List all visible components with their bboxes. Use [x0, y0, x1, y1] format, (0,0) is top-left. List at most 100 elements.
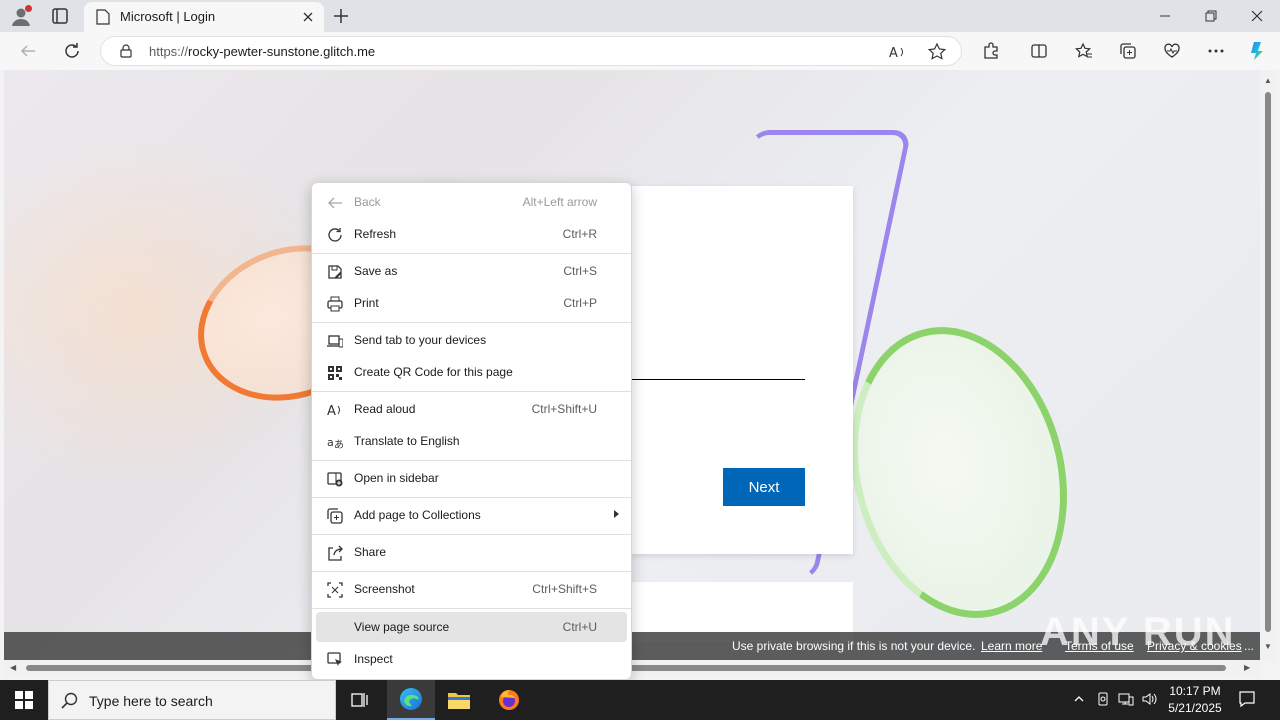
heart-pulse-icon — [1164, 43, 1180, 58]
browser-toolbar: https://rocky-pewter-sunstone.glitch.me … — [0, 32, 1280, 70]
tab-actions-button[interactable] — [50, 6, 70, 26]
tab-actions-icon — [52, 8, 68, 24]
menu-item-label: View page source — [354, 620, 450, 634]
menu-item-qr-code[interactable]: Create QR Code for this page — [316, 357, 627, 387]
menu-item-label: Inspect — [354, 652, 393, 666]
menu-item-send-tab[interactable]: Send tab to your devices — [316, 325, 627, 355]
url-protocol: https:// — [149, 44, 189, 59]
context-menu: Back Alt+Left arrow Refresh Ctrl+R Save … — [311, 182, 632, 680]
taskbar-edge[interactable] — [387, 680, 435, 720]
menu-item-share[interactable]: Share — [316, 537, 627, 567]
menu-item-screenshot[interactable]: Screenshot Ctrl+Shift+S — [316, 574, 627, 604]
menu-item-translate[interactable]: aあ Translate to English — [316, 426, 627, 456]
minimize-button[interactable] — [1142, 0, 1188, 32]
menu-item-label: Read aloud — [354, 402, 416, 416]
settings-more-button[interactable] — [1204, 39, 1228, 63]
footer-more-link[interactable]: ... — [1244, 639, 1254, 653]
copilot-button[interactable] — [1246, 39, 1270, 63]
menu-item-label: Create QR Code for this page — [354, 365, 513, 379]
back-button[interactable] — [16, 39, 40, 63]
network-icon[interactable] — [1117, 690, 1135, 708]
horizontal-scrollbar[interactable]: ◀ ▶ — [4, 660, 1260, 676]
refresh-icon — [65, 43, 79, 58]
menu-item-label: Translate to English — [354, 434, 460, 448]
menu-item-label: Share — [354, 545, 387, 559]
favorite-star-icon[interactable] — [927, 42, 947, 62]
menu-separator — [312, 253, 631, 254]
svg-text:A: A — [327, 404, 336, 418]
menu-separator — [312, 460, 631, 461]
scroll-down-arrow-icon[interactable]: ▼ — [1264, 642, 1272, 651]
start-button[interactable] — [0, 680, 48, 720]
submenu-arrow-icon — [614, 510, 619, 518]
favorites-button[interactable] — [1072, 39, 1096, 63]
task-view-icon — [351, 693, 368, 707]
task-view-button[interactable] — [336, 680, 384, 720]
address-bar[interactable]: https://rocky-pewter-sunstone.glitch.me … — [100, 36, 962, 66]
search-placeholder: Type here to search — [89, 693, 213, 709]
vertical-scrollbar[interactable]: ▲ ▼ — [1260, 70, 1276, 660]
profile-avatar[interactable] — [10, 5, 32, 27]
system-clock[interactable]: 10:17 PM 5/21/2025 — [1162, 683, 1228, 717]
scroll-up-arrow-icon[interactable]: ▲ — [1264, 76, 1272, 85]
menu-item-add-to-collections[interactable]: Add page to Collections — [316, 500, 627, 530]
lock-icon[interactable] — [119, 44, 133, 58]
close-window-button[interactable] — [1234, 0, 1280, 32]
clock-date: 5/21/2025 — [1168, 701, 1222, 715]
taskbar-firefox[interactable] — [485, 680, 533, 720]
tray-device-icon[interactable] — [1094, 690, 1112, 708]
scroll-left-arrow-icon[interactable]: ◀ — [10, 663, 16, 672]
learn-more-link[interactable]: Learn more — [981, 639, 1042, 653]
plus-icon — [334, 9, 348, 23]
windows-logo-icon — [15, 691, 33, 709]
close-tab-icon[interactable] — [300, 9, 316, 25]
menu-item-back[interactable]: Back Alt+Left arrow — [316, 187, 627, 217]
menu-item-print[interactable]: Print Ctrl+P — [316, 288, 627, 318]
read-aloud-icon[interactable]: A — [887, 42, 907, 62]
menu-item-label: Refresh — [354, 227, 397, 241]
taskbar-file-explorer[interactable] — [435, 680, 483, 720]
profile-alert-badge — [25, 5, 32, 12]
firefox-icon — [499, 690, 519, 710]
extensions-button[interactable] — [979, 39, 1003, 63]
collections-button[interactable] — [1116, 39, 1140, 63]
menu-item-save-as[interactable]: Save as Ctrl+S — [316, 256, 627, 286]
more-dots-icon — [1208, 49, 1224, 53]
printer-icon — [326, 295, 343, 312]
taskbar-search-box[interactable]: Type here to search — [48, 680, 336, 720]
sidebar-icon — [326, 470, 343, 487]
split-screen-button[interactable] — [1027, 39, 1051, 63]
browser-tab[interactable]: Microsoft | Login — [84, 2, 324, 32]
refresh-button[interactable] — [60, 39, 84, 63]
restore-button[interactable] — [1188, 0, 1234, 32]
menu-item-read-aloud[interactable]: A Read aloud Ctrl+Shift+U — [316, 394, 627, 424]
menu-item-view-page-source[interactable]: View page source Ctrl+U — [316, 612, 627, 642]
vertical-scroll-thumb[interactable] — [1265, 92, 1271, 632]
menu-item-open-in-sidebar[interactable]: Open in sidebar — [316, 463, 627, 493]
tray-overflow-chevron-icon[interactable] — [1070, 690, 1088, 708]
menu-item-shortcut: Alt+Left arrow — [522, 195, 597, 209]
next-button[interactable]: Next — [723, 468, 805, 506]
notification-center-icon[interactable] — [1238, 690, 1256, 708]
login-card: Next — [631, 186, 853, 554]
menu-separator — [312, 391, 631, 392]
new-tab-button[interactable] — [330, 5, 352, 27]
menu-item-refresh[interactable]: Refresh Ctrl+R — [316, 219, 627, 249]
volume-icon[interactable] — [1141, 690, 1159, 708]
tab-strip: Microsoft | Login — [0, 0, 1280, 32]
page-icon — [96, 9, 110, 25]
svg-text:A: A — [889, 46, 898, 61]
menu-item-shortcut: Ctrl+S — [563, 264, 597, 278]
menu-item-shortcut: Ctrl+Shift+S — [532, 582, 597, 596]
screenshot-icon — [326, 581, 343, 598]
menu-item-label: Send tab to your devices — [354, 333, 487, 347]
back-arrow-icon — [20, 45, 35, 57]
menu-item-inspect[interactable]: Inspect — [316, 644, 627, 674]
browser-essentials-button[interactable] — [1160, 39, 1184, 63]
url-text[interactable]: https://rocky-pewter-sunstone.glitch.me — [149, 44, 375, 59]
scroll-right-arrow-icon[interactable]: ▶ — [1244, 663, 1250, 672]
copilot-icon — [1251, 42, 1263, 60]
email-input-underline[interactable] — [631, 379, 805, 380]
qr-code-icon — [326, 364, 343, 381]
split-screen-icon — [1031, 44, 1047, 58]
